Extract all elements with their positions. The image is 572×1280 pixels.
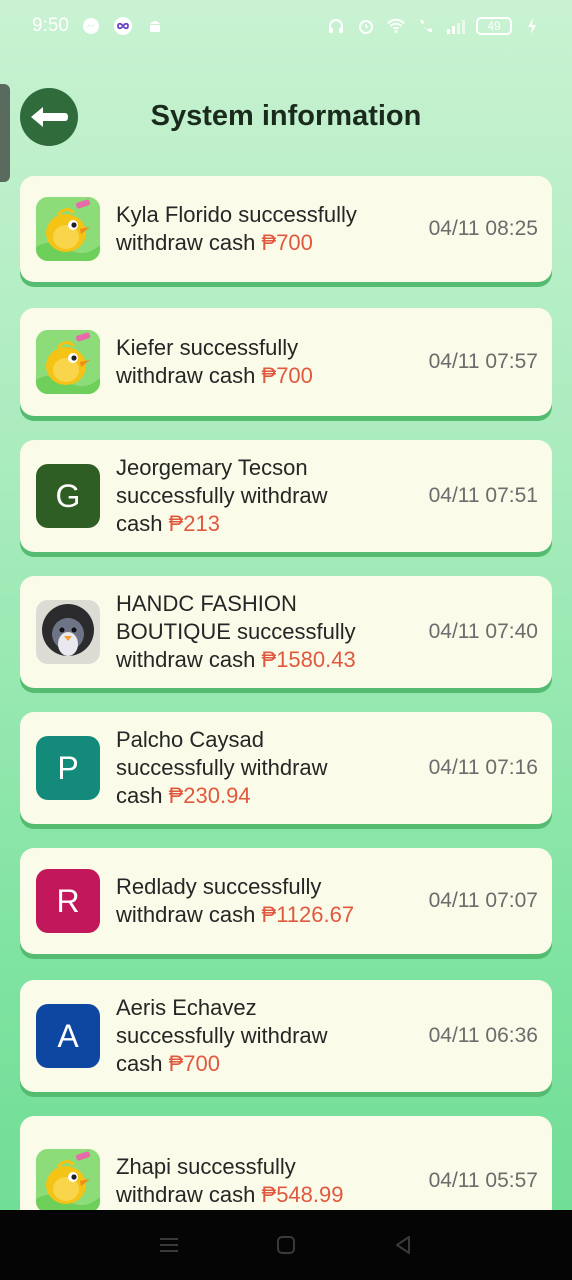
- avatar-letter: R: [56, 882, 80, 919]
- message-line: withdraw cash: [116, 902, 256, 927]
- battery-icon: 49: [476, 17, 512, 35]
- home-icon: [276, 1236, 295, 1254]
- withdraw-amount: ₱548.99: [261, 1182, 344, 1207]
- avatar: [36, 330, 100, 394]
- message-line: Redlady successfully: [116, 874, 322, 899]
- message-line: Jeorgemary Tecson: [116, 455, 308, 480]
- infinity-app-icon: [113, 16, 133, 36]
- status-bar: 9:50 49: [0, 0, 572, 52]
- withdraw-amount: ₱213: [168, 511, 220, 536]
- avatar-letter: G: [55, 477, 81, 514]
- back-icon: [396, 1236, 411, 1254]
- message-line: Kiefer successfully: [116, 335, 299, 360]
- notification-card[interactable]: Kiefer successfully withdraw cash ₱700 04/…: [20, 308, 552, 416]
- chick-avatar-image: [36, 330, 100, 394]
- home-button[interactable]: [271, 1230, 301, 1260]
- recent-apps-button[interactable]: [154, 1230, 184, 1260]
- notification-time: 04/11 06:36: [428, 1024, 538, 1047]
- notification-time: 04/11 08:25: [428, 217, 538, 240]
- profile-photo-image: [36, 600, 100, 664]
- message-line: HANDC FASHION: [116, 591, 297, 616]
- headphones-icon: [326, 16, 346, 36]
- notification-message: Aeris Echavez successfully withdraw cash ₱…: [116, 994, 396, 1078]
- message-line: cash: [116, 1051, 163, 1076]
- page-title: System information: [150, 100, 422, 132]
- withdraw-amount: ₱700: [261, 363, 313, 388]
- message-line: Aeris Echavez: [116, 995, 257, 1020]
- message-line: successfully withdraw: [116, 755, 328, 780]
- avatar: A: [36, 1004, 100, 1068]
- notification-message: Jeorgemary Tecson successfully withdraw ca…: [116, 454, 396, 538]
- avatar: [36, 1149, 100, 1213]
- notification-message: Palcho Caysad successfully withdraw cash ₱…: [116, 726, 396, 810]
- notification-card[interactable]: R Redlady successfully withdraw cash ₱1126…: [20, 848, 552, 954]
- message-line: successfully withdraw: [116, 483, 328, 508]
- notification-time: 04/11 07:16: [428, 756, 538, 779]
- status-left: 9:50: [32, 15, 165, 37]
- message-line: withdraw cash: [116, 230, 256, 255]
- charging-icon: [522, 16, 542, 36]
- notification-time: 04/11 07:57: [428, 350, 538, 373]
- message-line: withdraw cash: [116, 647, 256, 672]
- chick-avatar-image: [36, 197, 100, 261]
- notification-time: 04/11 07:40: [428, 620, 538, 643]
- notification-card[interactable]: Kyla Florido successfully withdraw cash ₱…: [20, 176, 552, 282]
- notification-card[interactable]: G Jeorgemary Tecson successfully withdraw c…: [20, 440, 552, 552]
- withdraw-amount: ₱700: [261, 230, 313, 255]
- notification-card[interactable]: HANDC FASHION BOUTIQUE successfully withdr…: [20, 576, 552, 688]
- message-line: Zhapi successfully: [116, 1154, 296, 1179]
- system-back-button[interactable]: [388, 1230, 418, 1260]
- notification-message: Zhapi successfully withdraw cash ₱548.99: [116, 1153, 396, 1209]
- message-line: BOUTIQUE successfully: [116, 619, 356, 644]
- avatar: G: [36, 464, 100, 528]
- notification-message: Kiefer successfully withdraw cash ₱700: [116, 334, 396, 390]
- withdraw-amount: ₱700: [168, 1051, 220, 1076]
- notification-message: HANDC FASHION BOUTIQUE successfully withdr…: [116, 590, 396, 674]
- recent-apps-icon: [159, 1238, 178, 1252]
- chick-avatar-image: [36, 1149, 100, 1213]
- avatar: [36, 197, 100, 261]
- status-time: 9:50: [32, 15, 69, 36]
- message-line: withdraw cash: [116, 1182, 256, 1207]
- message-line: withdraw cash: [116, 363, 256, 388]
- notification-card[interactable]: A Aeris Echavez successfully withdraw cash …: [20, 980, 552, 1092]
- notification-time: 04/11 05:57: [428, 1169, 538, 1192]
- message-line: Kyla Florido successfully: [116, 202, 357, 227]
- withdraw-amount: ₱1126.67: [261, 902, 355, 927]
- withdraw-amount: ₱230.94: [168, 783, 251, 808]
- withdraw-amount: ₱1580.43: [261, 647, 356, 672]
- alarm-icon: [356, 16, 376, 36]
- message-line: successfully withdraw: [116, 1023, 328, 1048]
- notification-time: 04/11 07:51: [428, 484, 538, 507]
- avatar: P: [36, 736, 100, 800]
- notification-message: Redlady successfully withdraw cash ₱1126.…: [116, 873, 396, 929]
- notification-time: 04/11 07:07: [428, 889, 538, 912]
- notification-message: Kyla Florido successfully withdraw cash ₱…: [116, 201, 396, 257]
- avatar: R: [36, 869, 100, 933]
- notification-card[interactable]: P Palcho Caysad successfully withdraw cash …: [20, 712, 552, 824]
- android-icon: [145, 16, 165, 36]
- avatar: [36, 600, 100, 664]
- wifi-calling-icon: [416, 16, 436, 36]
- avatar-letter: P: [57, 749, 79, 786]
- wifi-icon: [386, 16, 406, 36]
- message-line: Palcho Caysad: [116, 727, 264, 752]
- messenger-icon: [81, 16, 101, 36]
- message-line: cash: [116, 783, 163, 808]
- side-handle[interactable]: [0, 84, 10, 182]
- avatar-letter: A: [57, 1017, 79, 1054]
- navigation-bar: [0, 1210, 572, 1280]
- message-line: cash: [116, 511, 163, 536]
- status-right: 49: [326, 16, 542, 36]
- signal-icon: [446, 16, 466, 36]
